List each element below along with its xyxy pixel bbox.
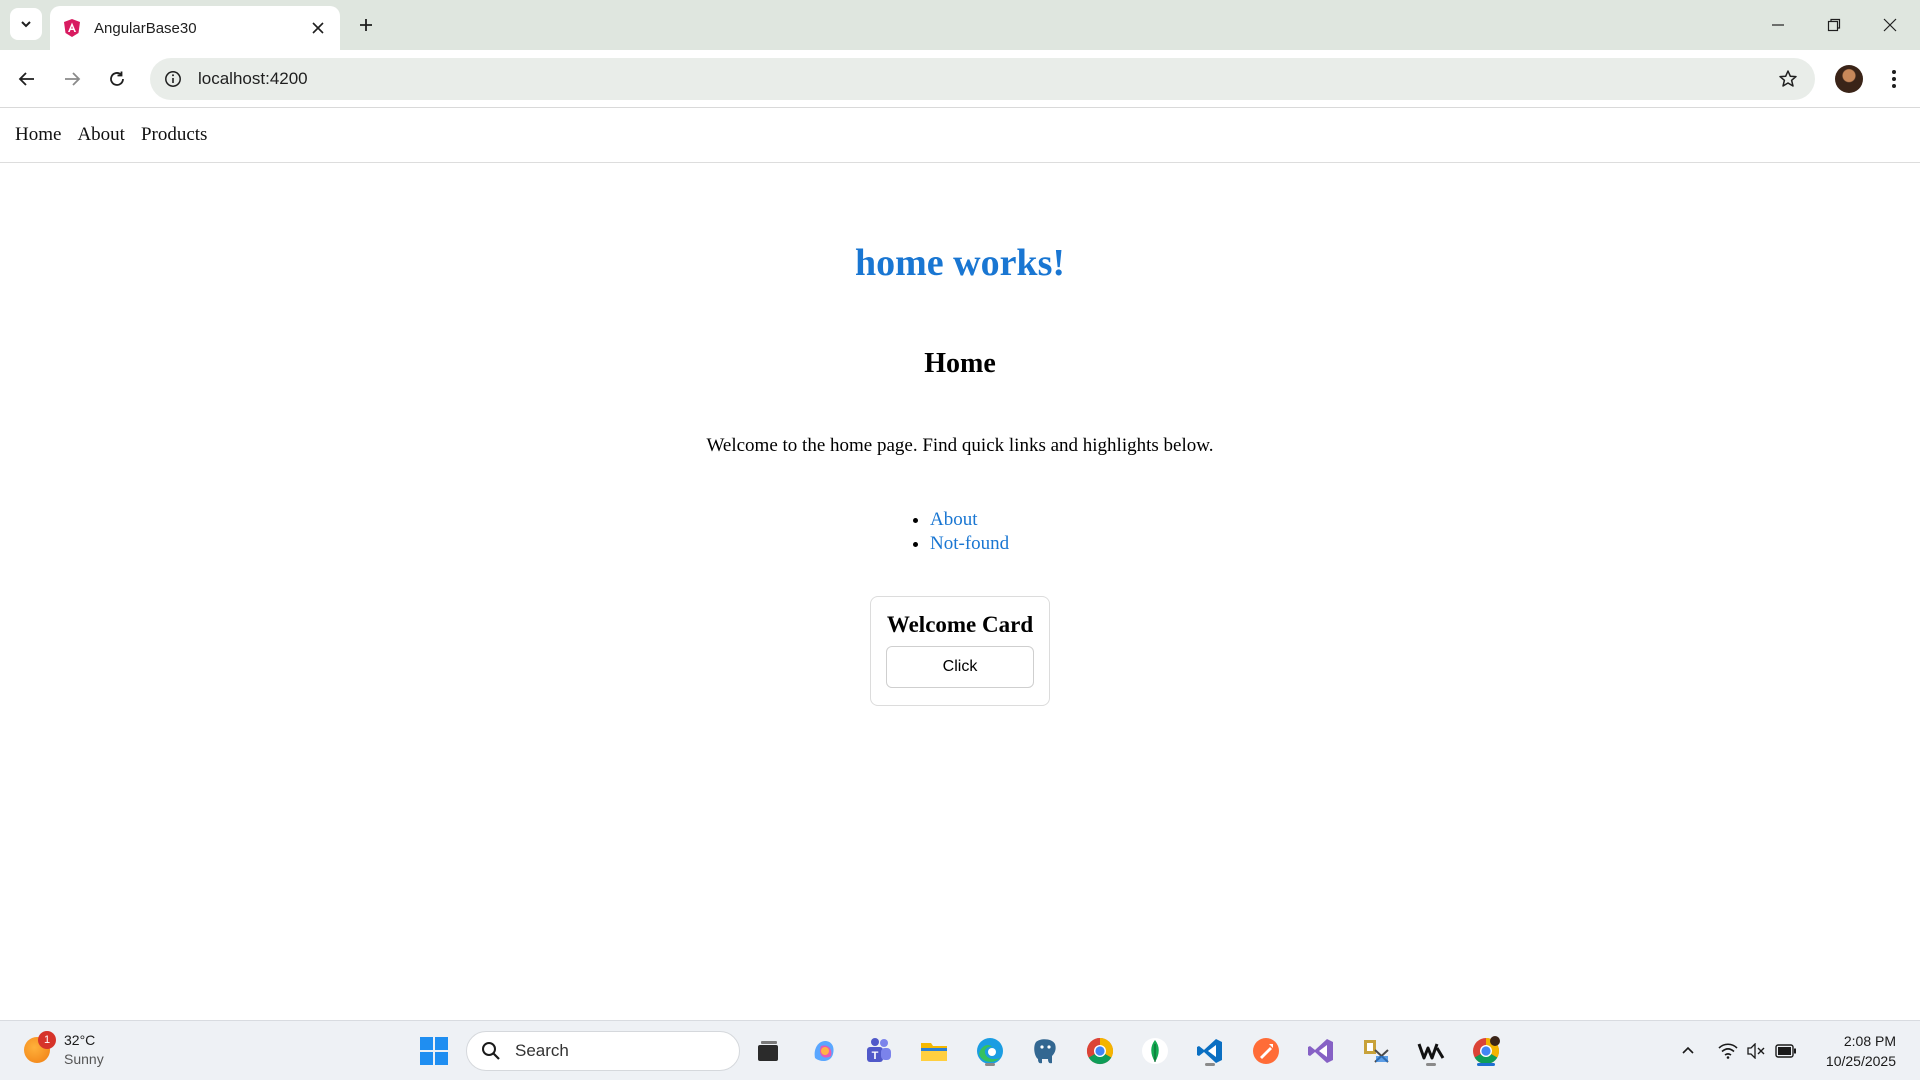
- taskbar-clock[interactable]: 2:08 PM 10/25/2025: [1810, 1031, 1896, 1071]
- close-icon: [1883, 18, 1897, 32]
- url-text[interactable]: localhost:4200: [198, 69, 1771, 89]
- welcome-card: Welcome Card Click: [870, 596, 1050, 706]
- page-viewport: Home About Products home works! Home Wel…: [0, 108, 1920, 1020]
- chevron-down-icon: [21, 21, 31, 28]
- minimize-button[interactable]: [1750, 0, 1806, 50]
- taskbar-search[interactable]: Search: [466, 1031, 740, 1071]
- weather-widget[interactable]: 1 32°C Sunny: [24, 1031, 104, 1069]
- more-vertical-icon: [1892, 70, 1896, 88]
- vscode-icon[interactable]: [1192, 1033, 1228, 1069]
- teams-icon[interactable]: T: [861, 1033, 897, 1069]
- windows-logo-icon: [420, 1037, 448, 1065]
- quick-link-not-found[interactable]: Not-found: [930, 533, 1009, 554]
- intro-text: Welcome to the home page. Find quick lin…: [706, 435, 1214, 456]
- reload-icon: [110, 71, 124, 86]
- quick-links-list: About Not-found: [912, 508, 1009, 556]
- restore-icon: [1827, 18, 1841, 32]
- tab-strip: AngularBase30: [0, 0, 1920, 50]
- taskbar: 1 32°C Sunny Search T 2:08 PM 10/25/2025: [0, 1020, 1920, 1080]
- postman-icon[interactable]: [1248, 1033, 1284, 1069]
- quick-link-about[interactable]: About: [930, 509, 978, 530]
- card-title: Welcome Card: [886, 612, 1034, 637]
- chrome-icon[interactable]: [1082, 1033, 1118, 1069]
- arrow-left-icon: [18, 72, 34, 86]
- chrome-profile-icon[interactable]: [1468, 1033, 1504, 1069]
- browser-toolbar: localhost:4200: [0, 50, 1920, 108]
- arrow-right-icon: [65, 72, 81, 86]
- angular-icon: [64, 19, 80, 37]
- search-icon: [482, 1042, 500, 1060]
- search-label: Search: [515, 1041, 569, 1060]
- file-explorer-icon[interactable]: [916, 1033, 952, 1069]
- nav-link-about[interactable]: About: [77, 124, 125, 146]
- tab-search-button[interactable]: [10, 8, 42, 40]
- new-tab-button[interactable]: [350, 9, 382, 41]
- weather-temp: 32°C: [64, 1032, 96, 1048]
- task-view-icon[interactable]: [750, 1033, 786, 1069]
- bookmark-star-icon[interactable]: [1771, 62, 1805, 96]
- postgresql-icon[interactable]: [1027, 1033, 1063, 1069]
- close-tab-icon[interactable]: [308, 18, 328, 38]
- start-button[interactable]: [416, 1033, 452, 1069]
- mongodb-compass-icon[interactable]: [1137, 1033, 1173, 1069]
- clock-date: 10/25/2025: [1825, 1053, 1896, 1069]
- nav-link-home[interactable]: Home: [15, 124, 61, 146]
- home-works-heading: home works!: [854, 242, 1066, 284]
- browser-menu-button[interactable]: [1877, 62, 1911, 96]
- click-button[interactable]: Click: [886, 646, 1034, 688]
- nav-link-products[interactable]: Products: [141, 124, 208, 146]
- app-icon[interactable]: [1358, 1033, 1394, 1069]
- list-item: About: [930, 508, 1009, 532]
- plus-icon: [360, 19, 372, 31]
- forward-button[interactable]: [55, 62, 89, 96]
- list-item: Not-found: [930, 532, 1009, 556]
- close-window-button[interactable]: [1862, 0, 1918, 50]
- profile-avatar[interactable]: [1835, 65, 1863, 93]
- tab-title: AngularBase30: [94, 19, 197, 37]
- browser-tab[interactable]: AngularBase30: [50, 6, 340, 50]
- restore-button[interactable]: [1806, 0, 1862, 50]
- back-button[interactable]: [10, 62, 44, 96]
- volume-muted-icon[interactable]: [1744, 1039, 1768, 1063]
- battery-icon[interactable]: [1774, 1039, 1798, 1063]
- site-info-icon[interactable]: [156, 62, 190, 96]
- page-title: Home: [924, 348, 996, 379]
- app-w-icon[interactable]: [1413, 1033, 1449, 1069]
- minimize-icon: [1772, 24, 1784, 26]
- site-nav: Home About Products: [0, 108, 1920, 163]
- weather-condition: Sunny: [64, 1051, 104, 1067]
- svg-text:T: T: [872, 1050, 879, 1062]
- notification-badge: 1: [38, 1031, 56, 1049]
- address-bar[interactable]: localhost:4200: [150, 58, 1815, 100]
- edge-icon[interactable]: [972, 1033, 1008, 1069]
- wifi-icon[interactable]: [1716, 1039, 1740, 1063]
- sun-icon: 1: [24, 1031, 56, 1063]
- show-hidden-icons-chevron-up-icon[interactable]: [1676, 1039, 1700, 1063]
- reload-button[interactable]: [100, 62, 134, 96]
- clock-time: 2:08 PM: [1843, 1033, 1896, 1049]
- copilot-icon[interactable]: [806, 1033, 842, 1069]
- visual-studio-icon[interactable]: [1303, 1033, 1339, 1069]
